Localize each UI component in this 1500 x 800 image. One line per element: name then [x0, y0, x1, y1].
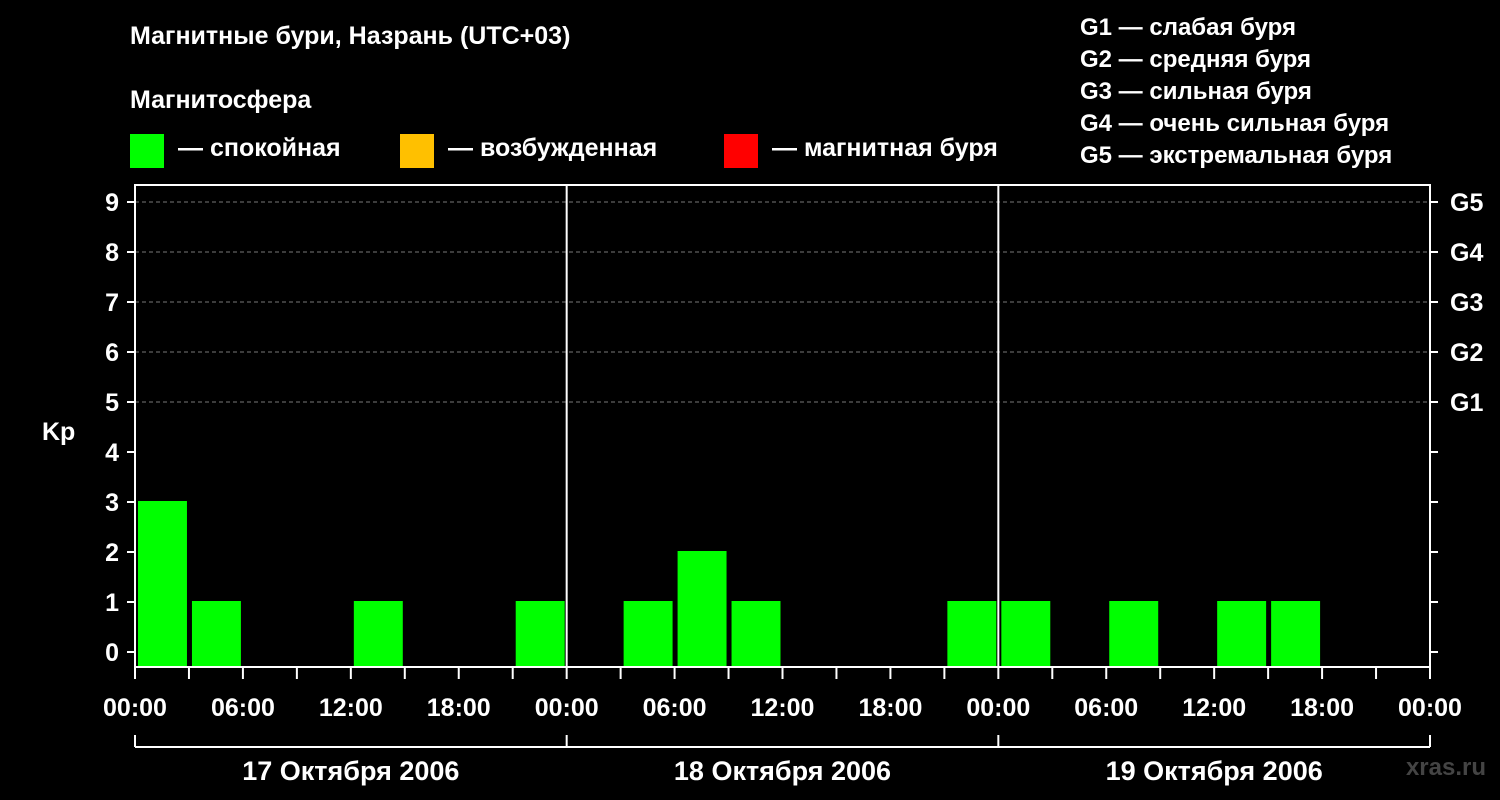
y-axis-label: Kp — [42, 418, 75, 446]
axis-labels: 0 1 2 3 4 5 6 7 8 9 G1 G2 G3 G4 G5 Kp 00:00 06:00 12:00 18:… — [42, 189, 1483, 786]
y-tick-label: 5 — [105, 389, 119, 417]
right-tick-label: G3 — [1450, 289, 1483, 317]
y-tick-label: 1 — [105, 589, 119, 617]
day-label: 17 Октября 2006 — [242, 756, 459, 786]
kp-bar — [1217, 601, 1267, 667]
y-tick-label: 0 — [105, 639, 119, 667]
right-tick-label: G4 — [1450, 239, 1483, 267]
y-tick-label: 3 — [105, 489, 119, 517]
x-tick-label: 18:00 — [427, 694, 491, 722]
kp-bar — [731, 601, 781, 667]
x-tick-label: 00:00 — [1398, 694, 1462, 722]
x-tick-label: 06:00 — [211, 694, 275, 722]
y-tick-label: 8 — [105, 239, 119, 267]
kp-bar — [138, 501, 187, 667]
kp-bar — [191, 601, 241, 667]
kp-bar — [1109, 601, 1159, 667]
x-tick-label: 00:00 — [966, 694, 1030, 722]
x-tick-label: 12:00 — [751, 694, 815, 722]
grid-lines — [135, 201, 1430, 403]
kp-bar — [1001, 601, 1051, 667]
right-tick-label: G5 — [1450, 189, 1483, 217]
right-tick-label: G2 — [1450, 339, 1483, 367]
x-tick-label: 00:00 — [103, 694, 167, 722]
kp-bar — [947, 601, 997, 667]
x-tick-label: 18:00 — [1290, 694, 1354, 722]
y-tick-label: 4 — [105, 439, 119, 467]
x-tick-label: 06:00 — [1074, 694, 1138, 722]
kp-bar — [677, 551, 727, 667]
plot-frame — [134, 184, 1431, 668]
x-tick-label: 18:00 — [858, 694, 922, 722]
brand-watermark: xras.ru — [1405, 754, 1486, 781]
day-label: 18 Октября 2006 — [674, 756, 891, 786]
x-tick-label: 12:00 — [319, 694, 383, 722]
x-tick-label: 06:00 — [643, 694, 707, 722]
right-tick-label: G1 — [1450, 389, 1483, 417]
day-label: 19 Октября 2006 — [1106, 756, 1323, 786]
y-tick-label: 6 — [105, 339, 119, 367]
x-tick-label: 12:00 — [1182, 694, 1246, 722]
kp-chart: 0 1 2 3 4 5 6 7 8 9 G1 G2 G3 G4 G5 Kp 00:00 06:00 12:00 18:… — [42, 184, 1483, 786]
x-tick-label: 00:00 — [535, 694, 599, 722]
y-tick-label: 9 — [105, 189, 119, 217]
y-tick-label: 7 — [105, 289, 119, 317]
kp-bar — [353, 601, 403, 667]
kp-bar — [1271, 601, 1321, 667]
kp-bar — [515, 601, 565, 667]
y-tick-label: 2 — [105, 539, 119, 567]
kp-bars — [138, 501, 1321, 667]
kp-bar — [623, 601, 673, 667]
